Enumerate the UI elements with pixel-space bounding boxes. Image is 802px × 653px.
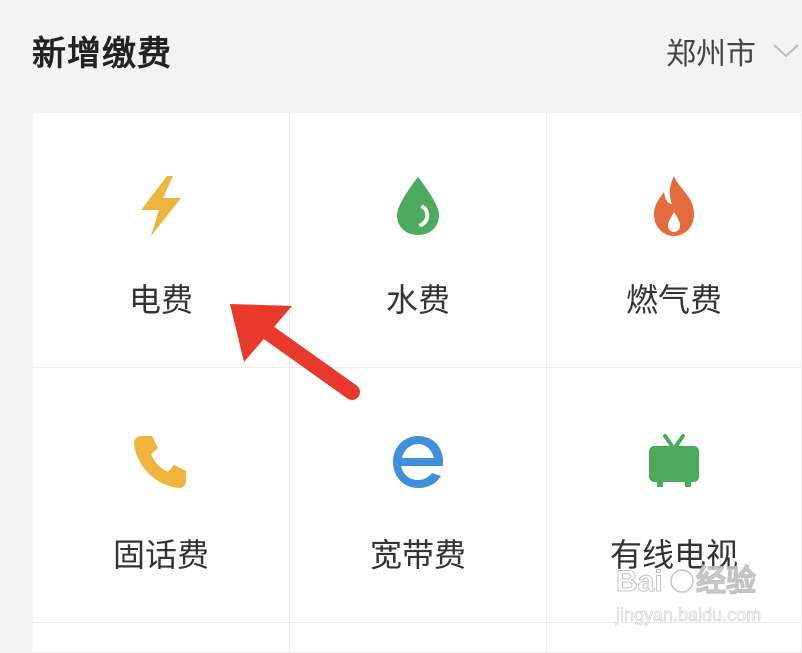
- page-title: 新增缴费: [32, 34, 172, 74]
- city-label: 郑州市: [666, 37, 756, 72]
- tv-icon: [639, 426, 709, 496]
- service-electricity[interactable]: 电费: [33, 113, 290, 368]
- water-drop-icon: [383, 171, 453, 241]
- chevron-down-icon: [773, 44, 799, 58]
- service-label: 宽带费: [369, 536, 466, 574]
- grid-cell-partial: [290, 623, 547, 653]
- grid-cell-partial: [547, 623, 802, 653]
- grid-cell-partial: [33, 623, 290, 653]
- flame-icon: [639, 171, 709, 241]
- service-label: 有线电视: [609, 536, 738, 574]
- service-water[interactable]: 水费: [290, 113, 547, 368]
- lightning-icon: [126, 171, 196, 241]
- header: 新增缴费 郑州市: [0, 0, 802, 100]
- service-grid: 电费 水费 燃气费 固话费 宽带费 有线电视: [33, 113, 802, 653]
- service-broadband[interactable]: 宽带费: [290, 368, 547, 623]
- phone-icon: [126, 426, 196, 496]
- city-selector[interactable]: 郑州市: [666, 28, 802, 74]
- service-gas[interactable]: 燃气费: [547, 113, 802, 368]
- service-landline[interactable]: 固话费: [33, 368, 290, 623]
- service-cable-tv[interactable]: 有线电视: [547, 368, 802, 623]
- service-label: 水费: [385, 281, 450, 319]
- service-label: 电费: [128, 281, 193, 319]
- service-label: 固话费: [112, 536, 209, 574]
- service-label: 燃气费: [625, 281, 722, 319]
- broadband-e-icon: [383, 426, 453, 496]
